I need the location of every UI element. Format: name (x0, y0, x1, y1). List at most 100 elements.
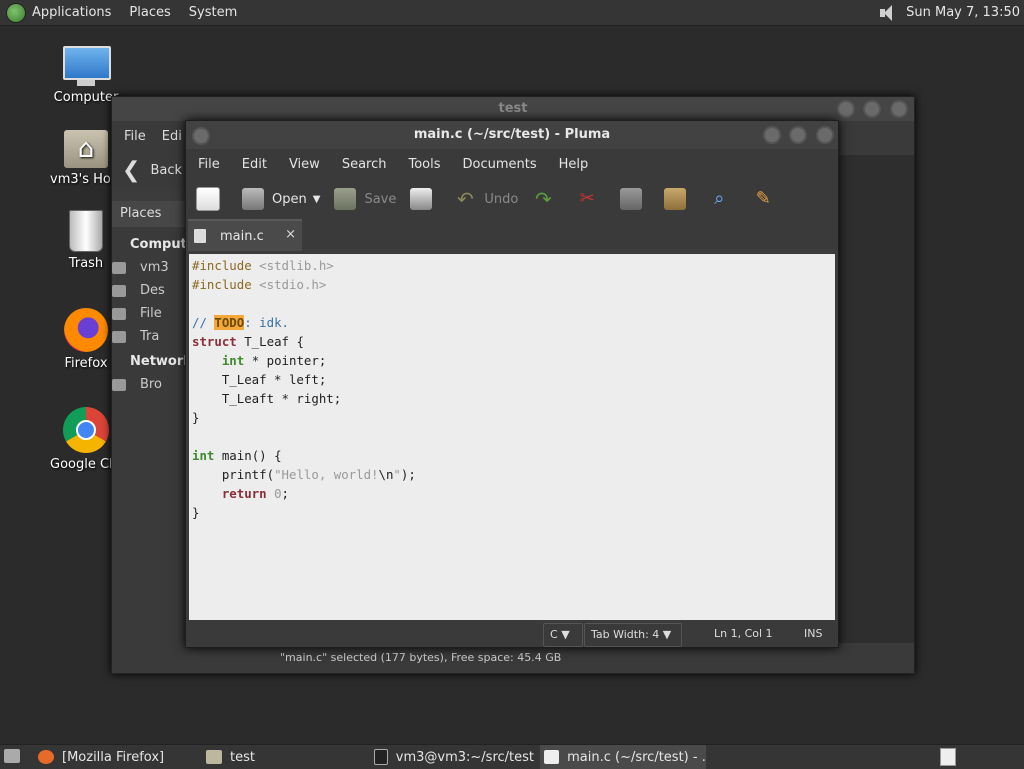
pluma-menubar: File Edit View Search Tools Documents He… (186, 149, 838, 179)
computer-icon (63, 46, 111, 86)
menu-tools[interactable]: Tools (408, 157, 440, 172)
sidebar-item-label: File (140, 306, 162, 321)
undo-label: Undo (484, 191, 519, 207)
code-line: #include <stdio.h> (192, 277, 326, 292)
places-sidebar: Places Comput vm3 Des File Tra Networl B… (112, 201, 188, 673)
code-token-header: <stdlib.h> (259, 258, 334, 273)
taskbar-item-terminal[interactable]: vm3@vm3:~/src/test (374, 745, 534, 769)
places-menu[interactable]: Places (129, 5, 170, 20)
applications-menu[interactable]: Applications (32, 5, 111, 20)
places-header[interactable]: Places (112, 201, 186, 227)
copy-button[interactable] (620, 188, 650, 210)
code-line: struct T_Leaf { (192, 334, 304, 349)
maximize-button[interactable] (863, 100, 882, 118)
firefox-icon (38, 750, 54, 764)
maximize-button[interactable] (789, 126, 808, 144)
window-menu-button[interactable] (192, 127, 210, 156)
menu-help[interactable]: Help (559, 157, 589, 172)
tab-main-c[interactable]: main.c × (188, 219, 302, 251)
insert-mode[interactable]: INS (804, 627, 822, 640)
file-manager-titlebar[interactable]: test (112, 97, 914, 121)
find-button[interactable]: ⌕ (708, 188, 738, 210)
sidebar-section-network: Networl (130, 354, 188, 369)
new-document-icon (196, 187, 220, 211)
sidebar-item-trash[interactable]: Tra (112, 329, 186, 344)
file-view-area[interactable] (836, 155, 914, 645)
language-label: C (550, 628, 558, 641)
trash-icon (112, 331, 126, 343)
desktop-icon (112, 285, 126, 297)
code-text[interactable]: #include <stdlib.h> #include <stdio.h> /… (189, 254, 835, 522)
menu-search[interactable]: Search (342, 157, 387, 172)
language-selector[interactable]: C ▼ (543, 623, 583, 647)
open-label: Open (272, 191, 307, 207)
menu-file[interactable]: File (124, 129, 146, 144)
code-token-include: #include (192, 258, 252, 273)
chevron-down-icon: ▼ (662, 628, 672, 641)
sidebar-item-label: Bro (140, 377, 162, 392)
top-panel: Applications Places System Sun May 7, 13… (0, 0, 1024, 26)
sidebar-item-label: vm3 (140, 260, 169, 275)
menu-view[interactable]: View (289, 157, 320, 172)
minimize-button[interactable] (762, 126, 781, 144)
back-button[interactable]: Back (150, 163, 182, 178)
print-button[interactable] (410, 188, 440, 210)
paste-button[interactable] (664, 188, 694, 210)
menu-file[interactable]: File (198, 157, 220, 172)
chevron-down-icon[interactable]: ▼ (313, 194, 321, 205)
open-folder-icon (242, 188, 264, 210)
cut-button[interactable]: ✂ (576, 188, 606, 210)
save-button[interactable]: Save (334, 188, 396, 210)
tab-label: main.c (220, 228, 264, 244)
top-panel-menus: Applications Places System (0, 0, 255, 25)
sidebar-item-browse-network[interactable]: Bro (112, 377, 186, 392)
code-line: } (192, 505, 200, 520)
new-button[interactable] (196, 187, 228, 211)
pluma-titlebar[interactable]: main.c (~/src/test) - Pluma (186, 121, 838, 149)
code-editor[interactable]: #include <stdlib.h> #include <stdio.h> /… (189, 254, 835, 620)
code-line: #include <stdlib.h> (192, 258, 334, 273)
replace-button[interactable]: ✎ (752, 188, 782, 210)
open-button[interactable]: Open ▼ (242, 188, 320, 210)
close-button[interactable] (890, 100, 908, 118)
code-token-include: #include (192, 277, 252, 292)
sidebar-item-home[interactable]: vm3 (112, 260, 186, 275)
sidebar-item-filesystem[interactable]: File (112, 306, 186, 321)
mate-logo-icon[interactable] (6, 2, 26, 23)
clock[interactable]: Sun May 7, 13:50 (906, 5, 1020, 20)
menu-documents[interactable]: Documents (463, 157, 537, 172)
show-desktop-icon[interactable] (4, 749, 20, 763)
undo-button[interactable]: ↶ Undo (454, 188, 518, 210)
taskbar-item-firefox[interactable]: [Mozilla Firefox] (38, 745, 200, 769)
taskbar-item-pluma[interactable]: main.c (~/src/test) - ... (540, 745, 706, 769)
pluma-window[interactable]: main.c (~/src/test) - Pluma File Edit Vi… (185, 120, 839, 648)
system-menu[interactable]: System (189, 5, 237, 20)
close-tab-icon[interactable]: × (285, 227, 296, 242)
taskbar-item-file-manager[interactable]: test (206, 745, 366, 769)
back-arrow-icon[interactable]: ❮ (122, 158, 140, 183)
folder-icon (206, 750, 222, 764)
code-line: T_Leaf * left; (192, 372, 327, 387)
window-title: main.c (~/src/test) - Pluma (413, 127, 611, 142)
text-editor-icon (544, 750, 560, 764)
todo-highlight: TODO (214, 315, 245, 330)
menu-edit[interactable]: Edit (242, 157, 267, 172)
document-icon (194, 229, 206, 243)
chevron-down-icon: ▼ (561, 628, 570, 641)
code-line: printf("Hello, world!\n"); (192, 467, 416, 482)
code-token-header: <stdio.h> (259, 277, 327, 292)
code-line: T_Leaft * right; (192, 391, 342, 406)
save-icon (334, 188, 357, 210)
close-button[interactable] (816, 126, 834, 144)
sidebar-item-label: Tra (140, 329, 160, 344)
volume-icon[interactable] (878, 4, 898, 22)
workspace-switcher[interactable] (940, 748, 956, 766)
menu-edit[interactable]: Edi (162, 129, 182, 144)
home-icon (112, 262, 126, 274)
redo-button[interactable]: ↷ (532, 188, 562, 210)
document-tabbar: main.c × (186, 219, 838, 251)
pluma-toolbar: Open ▼ Save ↶ Undo ↷ ✂ ⌕ ✎ (186, 179, 838, 219)
tab-width-selector[interactable]: Tab Width: 4 ▼ (584, 623, 682, 647)
sidebar-item-desktop[interactable]: Des (112, 283, 186, 298)
minimize-button[interactable] (836, 100, 855, 118)
